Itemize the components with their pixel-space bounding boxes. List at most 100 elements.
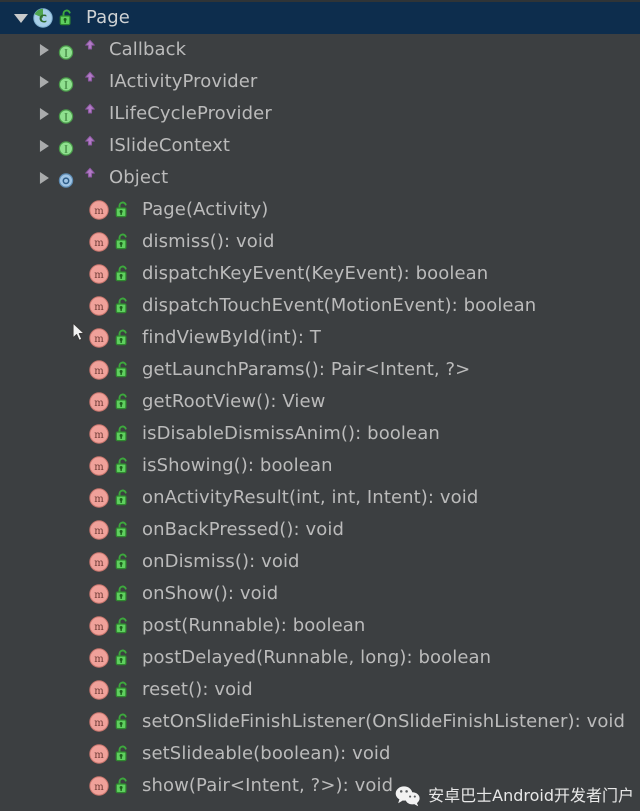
interface-icon: I (55, 71, 77, 93)
expand-triangle-icon[interactable] (33, 66, 55, 98)
tree-row-label: dispatchTouchEvent(MotionEvent): boolean (142, 295, 537, 316)
tree-twisty-spacer (66, 418, 88, 450)
tree-row[interactable]: m reset(): void (0, 674, 640, 706)
tree-row-label: setOnSlideFinishListener(OnSlideFinishLi… (142, 711, 626, 732)
expand-triangle-icon[interactable] (33, 34, 55, 66)
method-icon: m (88, 391, 110, 413)
tree-row[interactable]: m setSlideable(boolean): void (0, 738, 640, 770)
interface-icon: I (55, 39, 77, 61)
public-unlocked-icon (112, 615, 134, 637)
tree-twisty-spacer (66, 514, 88, 546)
class-icon: C (32, 7, 54, 29)
tree-row[interactable]: I ISlideContext (0, 130, 640, 162)
inherited-arrow-icon (79, 167, 101, 189)
expand-triangle-icon[interactable] (33, 98, 55, 130)
svg-text:I: I (64, 113, 68, 123)
tree-row[interactable]: m onBackPressed(): void (0, 514, 640, 546)
object-class-icon (55, 167, 77, 189)
collapse-triangle-icon[interactable] (10, 2, 32, 34)
expand-triangle-icon[interactable] (33, 130, 55, 162)
tree-row[interactable]: m getLaunchParams(): Pair<Intent, ?> (0, 354, 640, 386)
tree-row[interactable]: m findViewById(int): T (0, 322, 640, 354)
tree-row[interactable]: m post(Runnable): boolean (0, 610, 640, 642)
tree-twisty-spacer (66, 354, 88, 386)
method-icon: m (88, 679, 110, 701)
public-unlocked-icon (112, 647, 134, 669)
svg-text:m: m (94, 366, 104, 377)
public-unlocked-icon (112, 263, 134, 285)
inherited-arrow-icon (79, 103, 101, 125)
expand-triangle-icon[interactable] (33, 162, 55, 194)
public-unlocked-icon (112, 551, 134, 573)
public-unlocked-icon (112, 743, 134, 765)
structure-tree-panel[interactable]: C Page I Callback I IActivityProvider I ILifeCy… (0, 0, 640, 811)
tree-row-label: onActivityResult(int, int, Intent): void (142, 487, 479, 508)
tree-row[interactable]: m isShowing(): boolean (0, 450, 640, 482)
public-unlocked-icon (112, 359, 134, 381)
tree-row[interactable]: m dispatchKeyEvent(KeyEvent): boolean (0, 258, 640, 290)
tree-twisty-spacer (66, 610, 88, 642)
tree-row[interactable]: C Page (0, 2, 640, 34)
tree-row[interactable]: m onActivityResult(int, int, Intent): voi… (0, 482, 640, 514)
tree-row[interactable]: I ILifeCycleProvider (0, 98, 640, 130)
tree-row[interactable]: Object (0, 162, 640, 194)
public-unlocked-icon (112, 199, 134, 221)
svg-text:m: m (94, 590, 104, 601)
tree-row[interactable]: I IActivityProvider (0, 66, 640, 98)
tree-row[interactable]: m setOnSlideFinishListener(OnSlideFinishL… (0, 706, 640, 738)
inherited-arrow-icon (79, 71, 101, 93)
svg-text:m: m (94, 398, 104, 409)
tree-twisty-spacer (66, 258, 88, 290)
method-icon: m (88, 775, 110, 797)
method-icon: m (88, 263, 110, 285)
tree-row-label: onShow(): void (142, 583, 279, 604)
public-unlocked-icon (56, 7, 78, 29)
svg-text:m: m (94, 718, 104, 729)
tree-row-label: isDisableDismissAnim(): boolean (142, 423, 440, 444)
tree-row[interactable]: m dispatchTouchEvent(MotionEvent): boolea… (0, 290, 640, 322)
tree-row-label: ILifeCycleProvider (109, 103, 272, 124)
svg-text:m: m (94, 270, 104, 281)
public-unlocked-icon (112, 519, 134, 541)
tree-row[interactable]: m getRootView(): View (0, 386, 640, 418)
tree-twisty-spacer (66, 194, 88, 226)
svg-text:m: m (94, 302, 104, 313)
svg-text:m: m (94, 750, 104, 761)
tree-row-label: postDelayed(Runnable, long): boolean (142, 647, 492, 668)
tree-twisty-spacer (66, 738, 88, 770)
tree-row-label: Page(Activity) (142, 199, 269, 220)
svg-text:I: I (64, 49, 68, 59)
public-unlocked-icon (112, 583, 134, 605)
svg-text:m: m (94, 686, 104, 697)
tree-twisty-spacer (66, 546, 88, 578)
public-unlocked-icon (112, 327, 134, 349)
tree-twisty-spacer (66, 482, 88, 514)
tree-row[interactable]: m dismiss(): void (0, 226, 640, 258)
inherited-arrow-icon (79, 39, 101, 61)
tree-row[interactable]: m isDisableDismissAnim(): boolean (0, 418, 640, 450)
svg-text:m: m (94, 206, 104, 217)
tree-row[interactable]: m onDismiss(): void (0, 546, 640, 578)
method-icon: m (88, 583, 110, 605)
tree-row[interactable]: m Page(Activity) (0, 194, 640, 226)
tree-row[interactable]: m postDelayed(Runnable, long): boolean (0, 642, 640, 674)
tree-row[interactable]: I Callback (0, 34, 640, 66)
tree-twisty-spacer (66, 386, 88, 418)
tree-row-label: show(Pair<Intent, ?>): void (142, 775, 394, 796)
svg-text:m: m (94, 622, 104, 633)
svg-text:m: m (94, 238, 104, 249)
method-icon: m (88, 327, 110, 349)
tree-twisty-spacer (66, 674, 88, 706)
tree-row[interactable]: m onShow(): void (0, 578, 640, 610)
svg-text:m: m (94, 494, 104, 505)
